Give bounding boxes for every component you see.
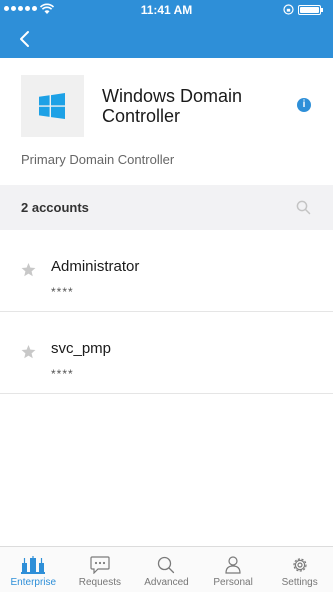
search-icon[interactable] [296, 200, 311, 215]
windows-logo-icon [39, 93, 65, 119]
list-item[interactable]: Administrator **** [0, 230, 333, 312]
gear-icon [293, 558, 307, 572]
tab-requests[interactable]: Requests [67, 547, 134, 592]
star-icon[interactable] [21, 345, 36, 359]
tab-settings[interactable]: Settings [266, 547, 333, 592]
tab-label: Enterprise [10, 577, 57, 588]
tab-personal[interactable]: Personal [200, 547, 267, 592]
account-name: svc_pmp [51, 340, 112, 357]
account-password: **** [51, 285, 74, 299]
resource-description: Primary Domain Controller [21, 152, 175, 167]
enterprise-icon [21, 556, 46, 574]
battery-icon [298, 5, 323, 15]
tab-enterprise[interactable]: Enterprise [0, 547, 67, 592]
tab-label: Personal [213, 577, 253, 588]
resource-title: Windows Domain Controller [102, 86, 243, 126]
account-name: Administrator [51, 258, 140, 275]
resource-logo [21, 75, 84, 137]
back-icon[interactable] [14, 28, 36, 50]
info-icon[interactable]: i [297, 98, 311, 112]
person-icon [225, 556, 241, 574]
star-icon[interactable] [21, 263, 36, 277]
account-password: **** [51, 367, 74, 381]
tab-label: Settings [281, 577, 318, 588]
search-icon [158, 556, 175, 574]
list-item[interactable]: svc_pmp **** [0, 312, 333, 394]
accounts-header: 2 accounts [0, 185, 333, 230]
requests-icon [90, 556, 110, 574]
tab-label: Requests [78, 577, 122, 588]
accounts-count: 2 accounts [21, 200, 89, 215]
status-bar: 11:41 AM [0, 0, 333, 20]
nav-bar [0, 20, 333, 58]
tab-advanced[interactable]: Advanced [133, 547, 200, 592]
tab-label: Advanced [144, 577, 189, 588]
accounts-list: Administrator **** svc_pmp **** [0, 230, 333, 394]
rotation-lock-icon [283, 4, 294, 15]
resource-header: Windows Domain Controller i Primary Doma… [0, 58, 333, 185]
tab-bar: Enterprise Requests Advanced Personal Se… [0, 546, 333, 592]
